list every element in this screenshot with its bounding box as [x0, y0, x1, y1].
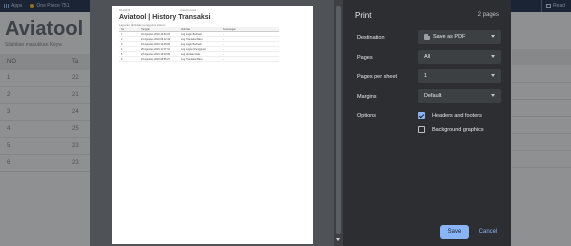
preview-cell: 23 Agustus 2019 08:55:27: [141, 58, 171, 61]
preview-cell: 3: [121, 43, 123, 46]
page-header-title: Aviatool Aviasi: [180, 9, 197, 12]
page-count: 2 pages: [477, 12, 499, 18]
pages-value: All: [424, 54, 431, 60]
cancel-button[interactable]: Cancel: [475, 225, 501, 239]
preview-cell: 4: [121, 48, 123, 51]
background-graphics-checkbox[interactable]: [418, 126, 425, 133]
pages-per-sheet-label: Pages per sheet: [357, 74, 398, 80]
headers-footers-checkbox[interactable]: [418, 112, 425, 119]
scrollbar-thumb[interactable]: [336, 6, 341, 234]
preview-cell: -: [223, 48, 224, 51]
preview-cell: 23 Agustus 2019 16:20:09: [141, 53, 171, 56]
preview-cell: -: [223, 38, 224, 41]
preview-cell: 25 Agustus 2019 11:47:31: [141, 48, 170, 51]
margins-value: Default: [424, 93, 442, 99]
pages-per-sheet-value: 1: [424, 73, 428, 79]
destination-value: Save as PDF: [433, 34, 466, 40]
preview-cell: 5: [121, 53, 123, 56]
chevron-down-icon: [491, 35, 495, 38]
pdf-file-icon: [424, 34, 430, 40]
pages-label: Pages: [357, 55, 373, 61]
preview-cell: Log Login Berhasil: [181, 33, 202, 36]
preview-cell: Log Update Data: [181, 53, 200, 56]
chevron-down-icon: [491, 94, 495, 97]
pages-per-sheet-select[interactable]: 1: [418, 69, 501, 83]
document-title: Aviatool | History Transaksi: [119, 14, 211, 21]
options-label: Options: [357, 113, 376, 119]
destination-label: Destination: [357, 35, 385, 41]
preview-cell: 21 Agustus 2019 09:12:44: [141, 38, 171, 41]
preview-col: Keterangan: [223, 28, 236, 31]
preview-cell: Log Transaksi Baru: [181, 38, 203, 41]
preview-page: 8/14/2019 Aviatool Aviasi Aviatool | His…: [112, 6, 313, 244]
print-preview-area: 8/14/2019 Aviatool Aviasi Aviatool | His…: [90, 0, 343, 246]
print-title: Print: [355, 11, 372, 20]
preview-cell: Log Transaksi Baru: [181, 58, 203, 61]
chevron-down-icon: [491, 55, 495, 58]
preview-table-row: 6 23 Agustus 2019 08:55:27 Log Transaksi…: [119, 57, 279, 62]
preview-cell: 1: [121, 33, 123, 36]
preview-scrollbar[interactable]: [334, 0, 343, 246]
preview-cell: -: [223, 58, 224, 61]
print-settings-panel: Print 2 pages Destination Save as PDF Pa…: [343, 0, 511, 246]
page-header-date: 8/14/2019: [119, 9, 131, 12]
preview-cell: 22 Agustus 2019 10:30:15: [141, 33, 171, 36]
background-graphics-label[interactable]: Background graphics: [432, 127, 484, 133]
preview-cell: -: [223, 43, 224, 46]
headers-footers-label[interactable]: Headers and footers: [432, 113, 482, 119]
margins-label: Margins: [357, 94, 377, 100]
margins-select[interactable]: Default: [418, 89, 501, 103]
preview-col: Aktivitas: [181, 28, 191, 31]
preview-table: No Tanggal Aktivitas Keterangan 1 22 Agu…: [119, 27, 279, 62]
preview-col: Tanggal: [141, 28, 150, 31]
preview-cell: 6: [121, 58, 123, 61]
preview-cell: 2: [121, 38, 123, 41]
preview-cell: 24 Agustus 2019 14:05:02: [141, 43, 171, 46]
preview-cell: Log Logout Pengguna: [181, 48, 206, 51]
scroll-down-arrow-icon[interactable]: [336, 238, 340, 241]
pages-select[interactable]: All: [418, 50, 501, 64]
save-button[interactable]: Save: [440, 225, 469, 239]
preview-cell: -: [223, 53, 224, 56]
preview-col: No: [121, 28, 125, 31]
destination-select[interactable]: Save as PDF: [418, 30, 501, 44]
preview-cell: -: [223, 33, 224, 36]
chevron-down-icon: [491, 74, 495, 77]
preview-cell: Log Login Berhasil: [181, 43, 202, 46]
